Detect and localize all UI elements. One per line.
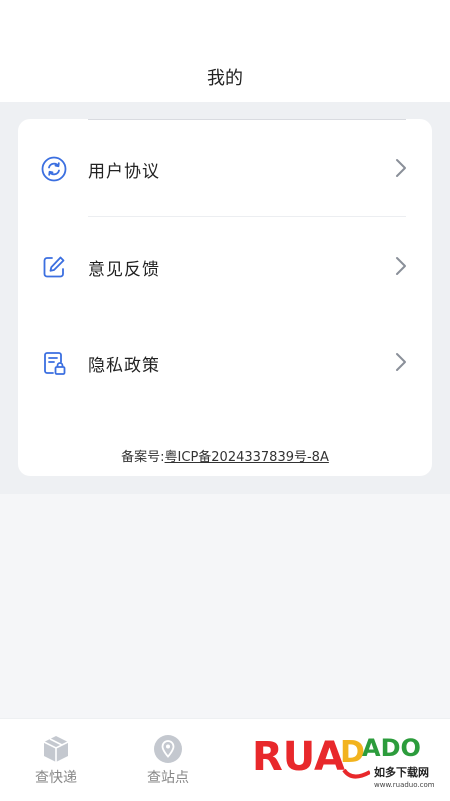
- tab-find-station[interactable]: 查站点: [112, 719, 224, 801]
- tab-label: 查快递: [35, 770, 77, 786]
- tab-label: 查站点: [147, 770, 189, 786]
- edit-note-icon: [43, 256, 65, 278]
- watermark-cn-text: 如多下载网: [374, 765, 429, 779]
- menu-item-label: 用户协议: [88, 162, 160, 182]
- package-icon: [43, 736, 69, 762]
- svg-text:ADO: ADO: [362, 734, 421, 762]
- menu-item-feedback[interactable]: 意见反馈: [18, 217, 432, 313]
- icp-label: 备案号:: [121, 450, 165, 465]
- settings-card: 用户协议 意见反馈 隐私政策 备案号:粤ICP备2024337839号-8A: [18, 119, 432, 476]
- watermark-url-text: www.ruaduo.com: [374, 781, 435, 789]
- chevron-right-icon: [396, 159, 406, 177]
- chevron-right-icon: [396, 353, 406, 371]
- refresh-circle-icon: [41, 156, 67, 182]
- watermark-brand-text: RUA: [252, 734, 345, 780]
- watermark-logo: RUA D ADO 如多下载网 www.ruaduo.com: [252, 734, 440, 790]
- tab-track-package[interactable]: 查快递: [0, 719, 112, 801]
- chevron-right-icon: [396, 257, 406, 275]
- location-pin-icon: [154, 735, 182, 763]
- menu-item-privacy-policy[interactable]: 隐私政策: [18, 313, 432, 409]
- menu-item-label: 意见反馈: [88, 260, 160, 280]
- icp-number-link[interactable]: 粤ICP备2024337839号-8A: [165, 450, 329, 465]
- document-lock-icon: [44, 352, 66, 375]
- menu-item-user-agreement[interactable]: 用户协议: [18, 119, 432, 215]
- header: 我的: [0, 0, 450, 102]
- menu-item-label: 隐私政策: [88, 356, 160, 376]
- icp-record: 备案号:粤ICP备2024337839号-8A: [18, 446, 432, 465]
- page-title: 我的: [207, 68, 243, 89]
